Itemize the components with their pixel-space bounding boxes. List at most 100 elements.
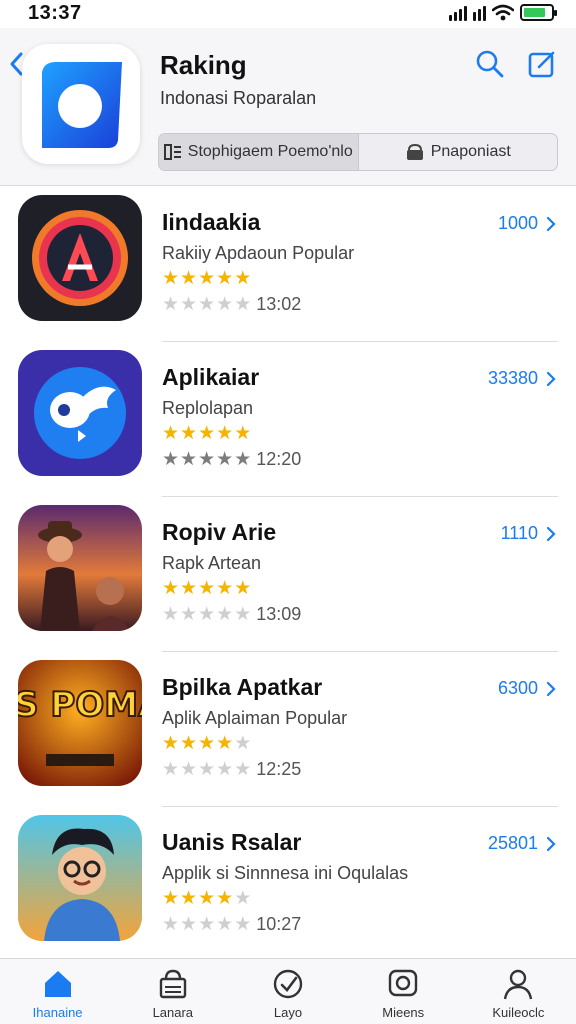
tab-bar: Ihanaine Lanara Layo Mieens Kuileoclc bbox=[0, 958, 576, 1024]
compose-button[interactable] bbox=[526, 48, 558, 80]
compose-icon bbox=[528, 51, 555, 78]
app-count: 6300 bbox=[497, 678, 538, 698]
star-icon: ★ bbox=[216, 759, 234, 780]
star-icon: ★ bbox=[162, 268, 180, 289]
star-icon: ★ bbox=[180, 914, 198, 935]
star-icon: ★ bbox=[234, 449, 252, 470]
star-icon: ★ bbox=[162, 604, 180, 625]
secondary-rating: ★ ★ ★ ★ ★ 13:09 bbox=[162, 603, 301, 626]
header: Raking Indonasi Roparalan Stophigaem Poe… bbox=[0, 28, 576, 186]
star-icon: ★ bbox=[198, 604, 216, 625]
search-icon bbox=[476, 50, 504, 78]
app-time: 12:20 bbox=[256, 449, 302, 469]
list-item[interactable]: Ropiv Arie Rapk Artean ★ ★ ★ ★ ★ ★ ★ ★ ★ ★ 13:09… bbox=[0, 497, 576, 652]
tab-media[interactable]: Mieens bbox=[346, 959, 461, 1024]
tab-label: Ihanaine bbox=[32, 1005, 83, 1020]
list-item[interactable]: MIAS POMAOA Bpilka Apatkar Aplik Aplaima… bbox=[0, 652, 576, 807]
star-icon: ★ bbox=[198, 449, 216, 470]
star-icon: ★ bbox=[216, 449, 234, 470]
camera-icon bbox=[389, 969, 418, 997]
app-description: Replolapan bbox=[162, 398, 254, 418]
segment-top-charts[interactable]: Stophigaem Poemo'nlo bbox=[159, 134, 359, 170]
tab-label: Lanara bbox=[152, 1005, 194, 1020]
star-icon: ★ bbox=[216, 888, 234, 909]
star-icon: ★ bbox=[180, 604, 198, 625]
star-half-icon: ★ bbox=[234, 423, 252, 444]
star-icon: ★ bbox=[198, 888, 216, 909]
chevron-right-icon bbox=[546, 836, 556, 851]
star-icon: ★ bbox=[234, 888, 252, 909]
app-name: Aplikaiar bbox=[162, 364, 260, 390]
app-icon bbox=[18, 505, 142, 631]
chevron-right-icon bbox=[546, 526, 556, 541]
app-count-button[interactable]: 25801 bbox=[488, 833, 556, 854]
app-count: 25801 bbox=[487, 833, 538, 853]
tab-label: Mieens bbox=[382, 1005, 425, 1020]
search-button[interactable] bbox=[474, 48, 506, 80]
star-half-icon: ★ bbox=[234, 268, 252, 289]
home-icon bbox=[44, 971, 71, 997]
chevron-right-icon bbox=[546, 371, 556, 386]
star-icon: ★ bbox=[234, 759, 252, 780]
check-circle-icon bbox=[273, 969, 303, 999]
star-icon: ★ bbox=[162, 759, 180, 780]
star-icon: ★ bbox=[180, 294, 198, 315]
tab-home[interactable]: Ihanaine bbox=[0, 959, 115, 1024]
star-icon: ★ bbox=[216, 914, 234, 935]
star-rating: ★ ★ ★ ★ ★ bbox=[162, 732, 251, 755]
app-icon bbox=[18, 195, 142, 321]
star-icon: ★ bbox=[216, 604, 234, 625]
star-icon: ★ bbox=[162, 733, 180, 754]
bag-icon bbox=[406, 143, 423, 160]
app-name: Ropiv Arie bbox=[162, 519, 277, 545]
star-icon: ★ bbox=[216, 268, 234, 289]
star-icon: ★ bbox=[180, 733, 198, 754]
star-icon: ★ bbox=[198, 578, 216, 599]
wifi-icon bbox=[492, 4, 514, 21]
star-icon: ★ bbox=[198, 914, 216, 935]
app-count: 33380 bbox=[487, 368, 538, 388]
app-description: Applik si Sinnnesa ini Oqulalas bbox=[162, 863, 409, 883]
secondary-rating: ★ ★ ★ ★ ★ 10:27 bbox=[162, 913, 301, 936]
segment-label: Stophigaem Poemo'nlo bbox=[187, 143, 353, 160]
segment-label: Pnaponiast bbox=[430, 143, 511, 160]
secondary-rating: ★ ★ ★ ★ ★ 13:02 bbox=[162, 293, 301, 316]
person-icon bbox=[504, 969, 533, 1000]
star-icon: ★ bbox=[216, 733, 234, 754]
app-time: 12:25 bbox=[256, 759, 302, 779]
featured-app-icon[interactable] bbox=[22, 44, 140, 164]
app-count-button[interactable]: 33380 bbox=[488, 368, 556, 389]
tab-label: Layo bbox=[273, 1005, 303, 1020]
star-icon: ★ bbox=[216, 578, 234, 599]
tab-layout[interactable]: Layo bbox=[230, 959, 345, 1024]
star-icon: ★ bbox=[198, 268, 216, 289]
star-icon: ★ bbox=[198, 423, 216, 444]
list-item[interactable]: Iindaakia Rakiiy Apdaoun Popular ★ ★ ★ ★ ★ ★… bbox=[0, 187, 576, 342]
star-icon: ★ bbox=[198, 733, 216, 754]
star-icon: ★ bbox=[162, 294, 180, 315]
segmented-control: Stophigaem Poemo'nlo Pnaponiast bbox=[158, 133, 558, 171]
segment-purchased[interactable]: Pnaponiast bbox=[359, 134, 558, 170]
list-item[interactable]: Uanis Rsalar Applik si Sinnnesa ini Oqul… bbox=[0, 807, 576, 962]
tab-store[interactable]: Lanara bbox=[115, 959, 230, 1024]
status-icons bbox=[449, 4, 557, 21]
star-icon: ★ bbox=[162, 888, 180, 909]
app-description: Rapk Artean bbox=[162, 553, 262, 573]
app-count: 1110 bbox=[500, 523, 538, 543]
star-icon: ★ bbox=[216, 423, 234, 444]
star-icon: ★ bbox=[162, 578, 180, 599]
list-item[interactable]: Aplikaiar Replolapan ★ ★ ★ ★ ★ ★ ★ ★ ★ ★ 12:20 3… bbox=[0, 342, 576, 497]
app-count-button[interactable]: 1000 bbox=[498, 213, 556, 234]
star-icon: ★ bbox=[180, 759, 198, 780]
star-rating: ★ ★ ★ ★ ★ bbox=[162, 267, 251, 290]
star-icon: ★ bbox=[162, 914, 180, 935]
app-count-button[interactable]: 1110 bbox=[501, 523, 556, 544]
secondary-rating: ★ ★ ★ ★ ★ 12:25 bbox=[162, 758, 301, 781]
star-icon: ★ bbox=[180, 449, 198, 470]
star-rating: ★ ★ ★ ★ ★ bbox=[162, 422, 251, 445]
app-count-button[interactable]: 6300 bbox=[498, 678, 556, 699]
star-icon: ★ bbox=[180, 578, 198, 599]
status-bar: 13:37 bbox=[0, 0, 576, 28]
app-description: Aplik Aplaiman Popular bbox=[162, 708, 348, 728]
tab-profile[interactable]: Kuileoclc bbox=[461, 959, 576, 1024]
